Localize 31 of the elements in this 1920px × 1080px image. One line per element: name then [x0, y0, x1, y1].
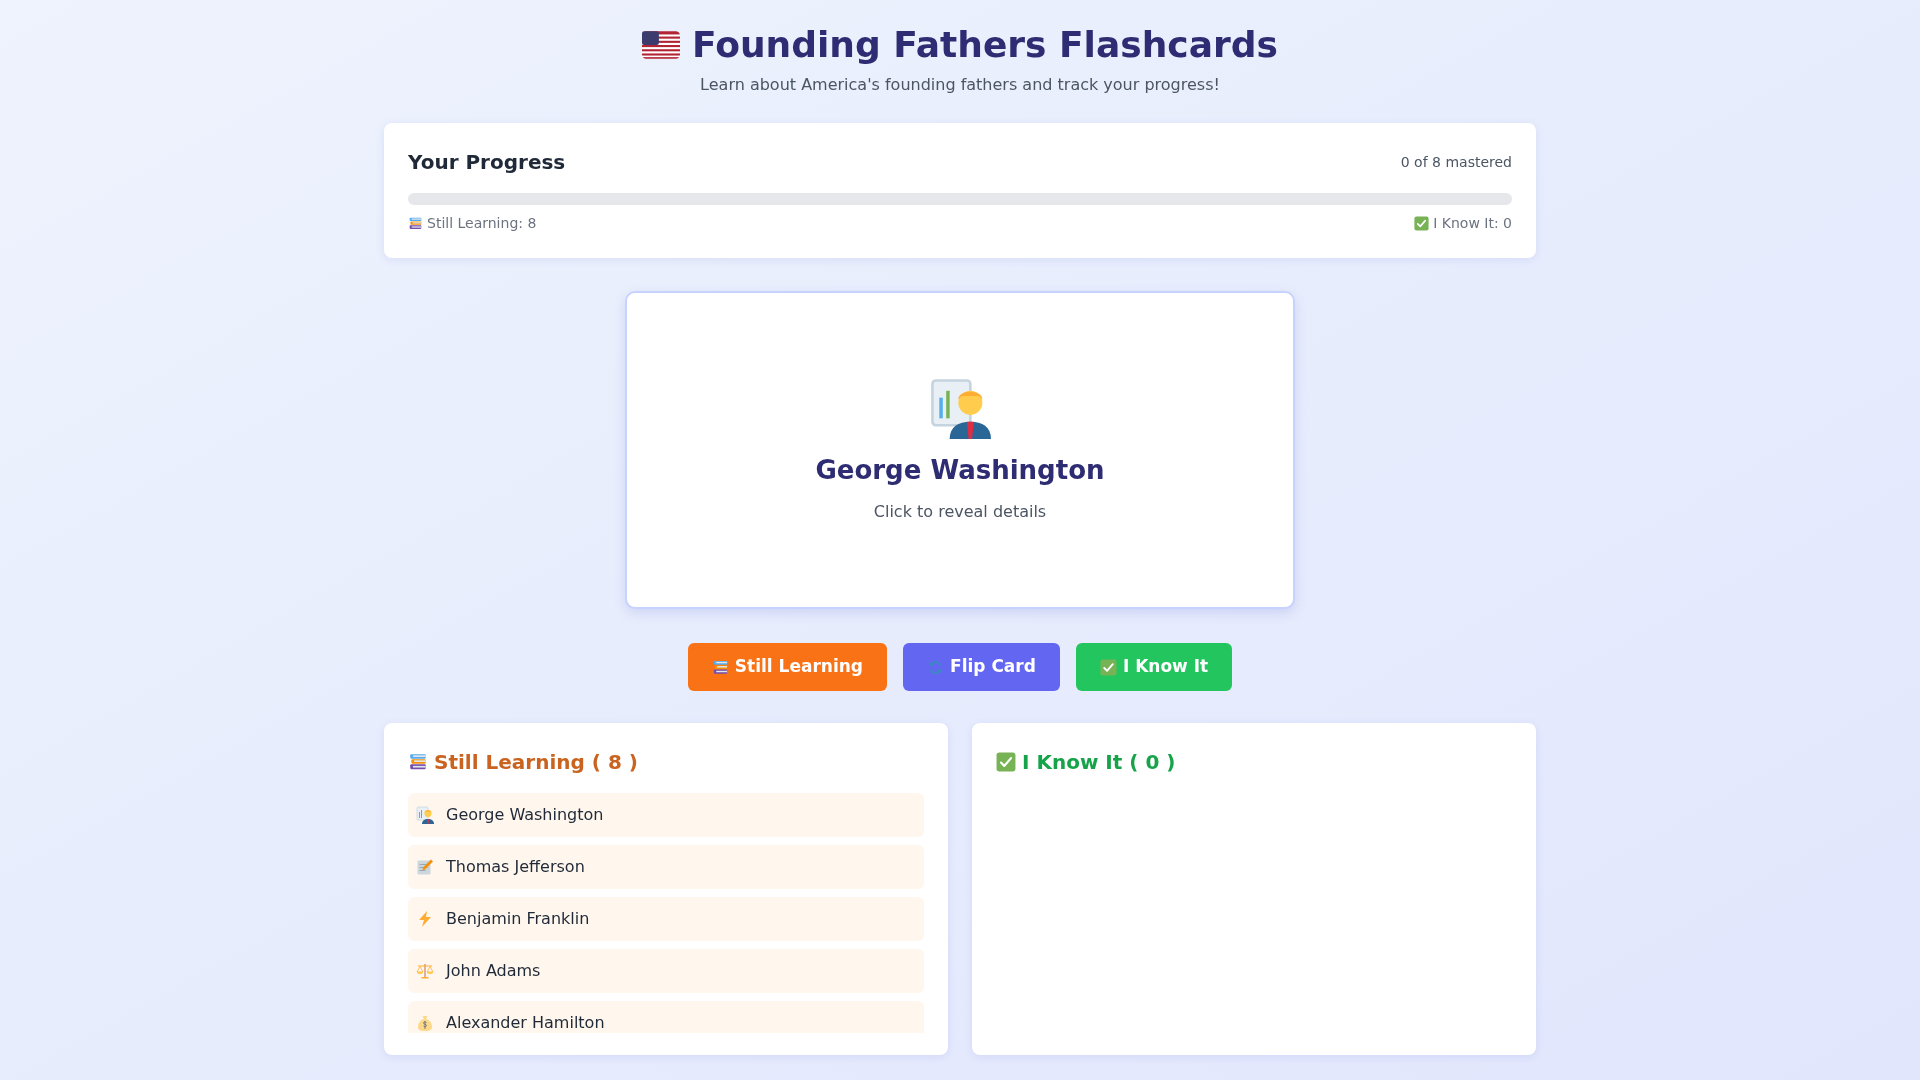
books-icon	[408, 752, 428, 772]
still-learning-heading: Still Learning ( 8 )	[434, 749, 638, 776]
memo-icon	[416, 858, 434, 876]
flip-card-button[interactable]: Flip Card	[903, 643, 1060, 691]
known-count: I Know It: 0	[1433, 214, 1512, 233]
checkmark-icon	[996, 752, 1016, 772]
page-title: Founding Fathers Flashcards	[692, 23, 1278, 67]
scales-icon	[416, 962, 434, 980]
checkmark-icon	[1099, 658, 1117, 676]
checkmark-icon	[1414, 216, 1430, 231]
learning-list-item[interactable]: Thomas Jefferson	[408, 845, 924, 889]
books-icon	[408, 216, 423, 231]
card-name: George Washington	[815, 453, 1105, 487]
progress-title: Your Progress	[408, 149, 566, 176]
books-icon	[711, 658, 729, 676]
learning-list-item[interactable]: Alexander Hamilton	[408, 1001, 924, 1033]
flag-icon	[642, 30, 681, 59]
still-learning-count: Still Learning: 8	[427, 214, 537, 233]
mastered-count: 0 of 8 mastered	[1400, 152, 1512, 172]
learning-list-item[interactable]: John Adams	[408, 949, 924, 993]
presenter-icon	[929, 376, 991, 439]
card-hint: Click to reveal details	[873, 500, 1047, 523]
money-bag-icon	[416, 1014, 434, 1032]
page-subtitle: Learn about America's founding fathers and track your progress!	[700, 74, 1220, 96]
refresh-icon	[927, 658, 945, 676]
flashcard[interactable]: George Washington Click to reveal details	[625, 291, 1295, 609]
lightning-icon	[416, 910, 434, 928]
presenter-icon	[416, 806, 434, 824]
learning-list-item[interactable]: Benjamin Franklin	[408, 897, 924, 941]
learning-list-item[interactable]: George Washington	[408, 793, 924, 837]
known-heading: I Know It ( 0 )	[1022, 749, 1176, 776]
